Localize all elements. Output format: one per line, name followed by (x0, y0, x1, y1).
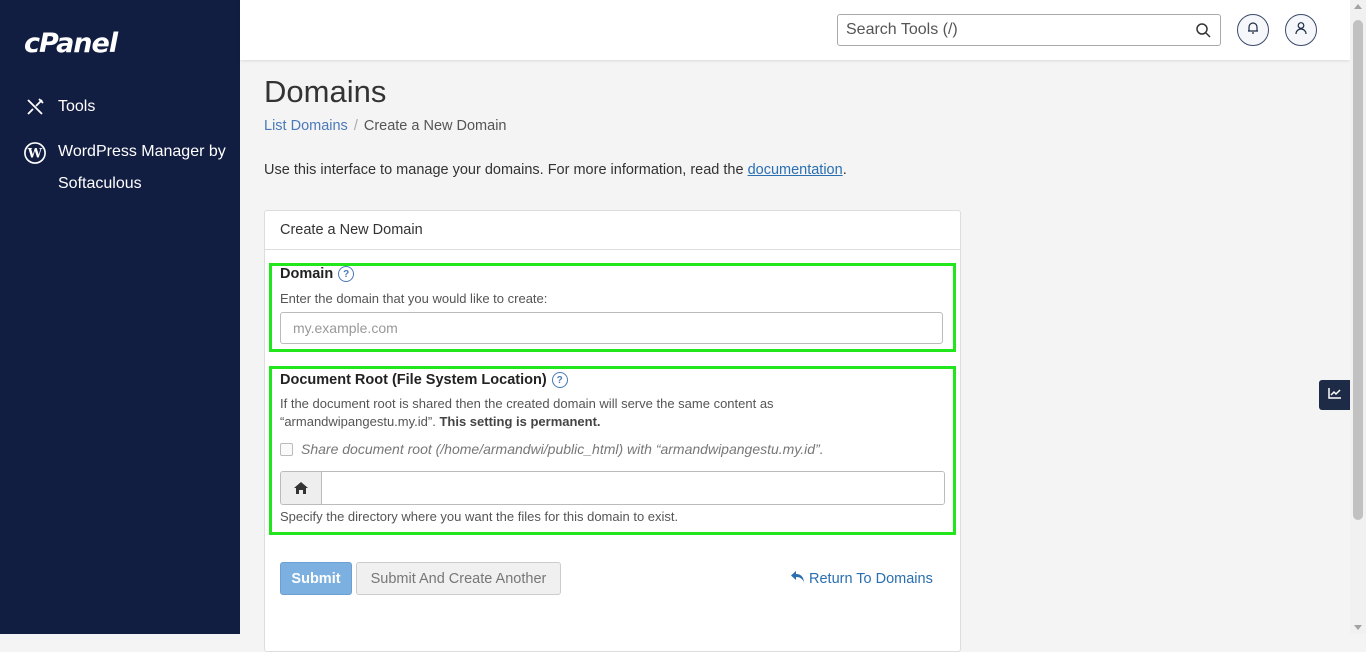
create-domain-panel: Create a New Domain Domain ? Enter the d… (264, 210, 961, 652)
page-scrollbar[interactable] (1350, 0, 1366, 634)
intro-text: Use this interface to manage your domain… (264, 162, 847, 178)
breadcrumb-current: Create a New Domain (363, 118, 507, 134)
sidebar-item-tools[interactable]: Tools (24, 96, 95, 118)
breadcrumb-list-domains[interactable]: List Domains (264, 118, 348, 134)
domain-label: Domain (280, 266, 334, 282)
breadcrumb-separator: / (353, 118, 358, 134)
search-input[interactable] (838, 16, 1192, 44)
docroot-input-group (280, 471, 945, 505)
domain-input[interactable] (280, 312, 943, 344)
sidebar: cPanel Tools W WordPress Manager by Soft… (0, 0, 240, 634)
cpanel-logo[interactable]: cPanel (24, 28, 118, 59)
domain-hint: Enter the domain that you would like to … (280, 291, 548, 306)
sidebar-item-wordpress-manager[interactable]: W WordPress Manager by Softaculous (24, 142, 258, 200)
panel-title: Create a New Domain (265, 211, 960, 250)
docroot-spec: Specify the directory where you want the… (280, 509, 679, 524)
chart-icon (1327, 386, 1342, 404)
wordpress-icon: W (24, 142, 46, 164)
submit-and-create-another-button[interactable]: Submit And Create Another (356, 562, 561, 595)
stats-panel-toggle[interactable] (1319, 380, 1350, 410)
docroot-permanent-note: This setting is permanent. (439, 414, 601, 429)
help-icon[interactable]: ? (338, 266, 355, 282)
return-to-domains-link[interactable]: Return To Domains (790, 570, 933, 587)
user-icon (1294, 21, 1308, 40)
svg-text:W: W (27, 147, 43, 162)
docroot-input[interactable] (322, 472, 944, 504)
docroot-label: Document Root (File System Location) (280, 372, 547, 388)
search-box (837, 14, 1221, 46)
intro-end: . (842, 162, 847, 178)
top-bar (240, 0, 1350, 60)
breadcrumb: List Domains / Create a New Domain (264, 118, 507, 134)
return-label: Return To Domains (809, 570, 933, 587)
sidebar-item-label: Tools (58, 98, 96, 115)
intro-sentence: Use this interface to manage your domain… (264, 162, 748, 178)
user-menu-button[interactable] (1285, 14, 1317, 46)
scroll-up-arrow[interactable] (1354, 4, 1362, 9)
scrollbar-thumb[interactable] (1353, 20, 1363, 520)
reply-arrow-icon (790, 570, 805, 587)
share-docroot-label: Share document root (/home/armandwi/publ… (301, 441, 824, 457)
search-icon[interactable] (1192, 19, 1214, 41)
sidebar-item-label: WordPress Manager by Softaculous (58, 143, 226, 192)
domain-label-row: Domain ? (280, 266, 355, 282)
submit-button[interactable]: Submit (280, 562, 352, 595)
home-icon (281, 472, 322, 504)
docroot-description: If the document root is shared then the … (280, 395, 860, 431)
share-docroot-option: Share document root (/home/armandwi/publ… (280, 441, 824, 457)
bell-icon (1246, 21, 1260, 40)
help-icon[interactable]: ? (551, 372, 568, 388)
tools-icon (24, 96, 46, 118)
page-title: Domains (264, 74, 387, 109)
share-docroot-checkbox[interactable] (280, 442, 293, 456)
docroot-label-row: Document Root (File System Location) ? (280, 372, 568, 388)
notifications-button[interactable] (1237, 14, 1269, 46)
scroll-down-arrow[interactable] (1354, 625, 1362, 630)
documentation-link[interactable]: documentation (748, 162, 843, 178)
